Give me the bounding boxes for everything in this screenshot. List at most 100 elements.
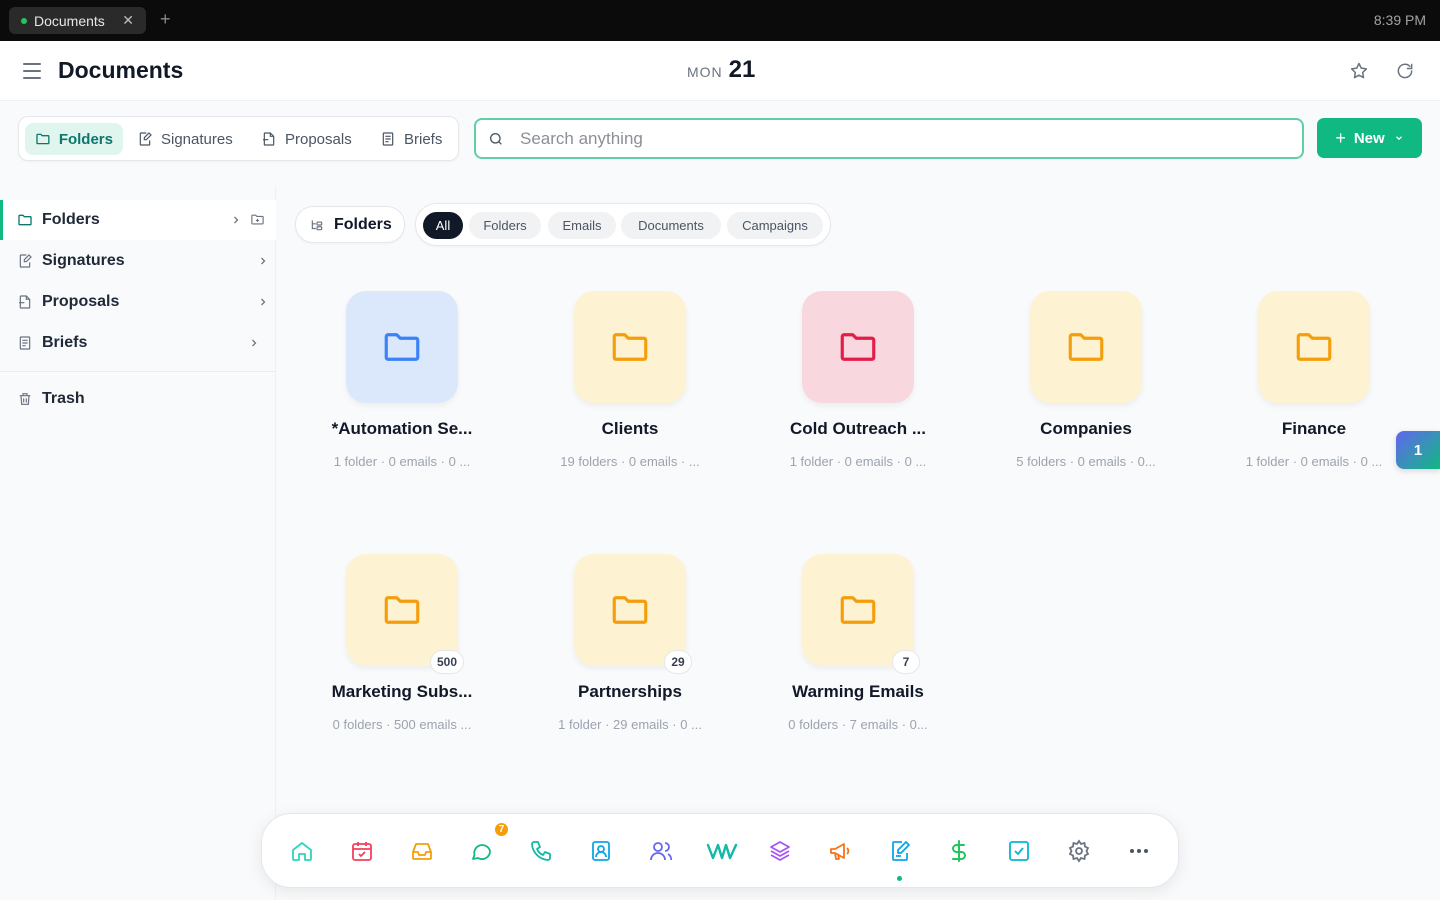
sidebar-item-proposals[interactable]: Proposals xyxy=(0,282,276,322)
more-icon[interactable] xyxy=(1127,839,1151,863)
folder-card[interactable]: Cold Outreach ... 1 folder · 0 emails · … xyxy=(746,291,926,491)
folder-name: Cold Outreach ... xyxy=(789,419,927,438)
folder-card[interactable]: 29 Partnerships 1 folder · 29 emails · 0… xyxy=(518,554,702,754)
folder-tile[interactable] xyxy=(574,291,686,403)
folder-meta: 1 folder · 0 emails · 0 ... xyxy=(789,454,927,469)
folder-card[interactable]: 7 Warming Emails 0 folders · 7 emails · … xyxy=(746,554,928,754)
proposal-icon xyxy=(19,295,31,309)
settings-icon[interactable] xyxy=(1067,839,1091,863)
waveform-icon[interactable] xyxy=(706,839,738,863)
folder-tile[interactable]: 29 xyxy=(574,554,692,674)
sidebar-item-label: Proposals xyxy=(42,293,120,310)
browser-tab-bar: Documents ✕ + 8:39 PM xyxy=(0,0,1440,41)
count-badge: 29 xyxy=(664,650,692,674)
phone-icon[interactable] xyxy=(529,839,553,863)
folder-card[interactable]: Finance 1 folder · 0 emails · 0 ... xyxy=(1202,291,1382,491)
folder-tile[interactable] xyxy=(346,291,458,403)
folder-name: Finance xyxy=(1281,419,1347,438)
folder-card[interactable]: *Automation Se... 1 folder · 0 emails · … xyxy=(290,291,472,491)
folder-name: Clients xyxy=(601,419,659,438)
tab-briefs[interactable]: Briefs xyxy=(370,123,452,155)
tab-documents[interactable]: Documents ✕ xyxy=(9,7,146,34)
refresh-icon[interactable] xyxy=(1395,61,1415,81)
filter-campaigns[interactable]: Campaigns xyxy=(727,212,823,239)
brief-icon xyxy=(382,132,394,146)
tab-label: Documents xyxy=(34,12,105,29)
day-number: 21 xyxy=(728,56,756,83)
folder-tile[interactable] xyxy=(1030,291,1142,403)
folder-meta: 19 folders · 0 emails · ... xyxy=(560,454,700,469)
folder-icon xyxy=(840,333,876,361)
signature-icon xyxy=(139,132,152,146)
status-dot xyxy=(21,17,27,24)
megaphone-icon[interactable] xyxy=(828,839,852,863)
sidebar-item-label: Trash xyxy=(42,390,85,407)
search-input[interactable] xyxy=(520,126,1280,152)
folder-icon xyxy=(1296,333,1332,361)
plus-icon: + xyxy=(1335,127,1346,148)
search-icon xyxy=(490,133,502,145)
chat-icon[interactable] xyxy=(469,839,493,863)
dollar-icon[interactable] xyxy=(947,839,971,863)
chat-unread-badge: 7 xyxy=(493,821,510,838)
home-icon[interactable] xyxy=(290,839,314,863)
filter-documents[interactable]: Documents xyxy=(621,212,721,239)
calendar-icon[interactable] xyxy=(350,839,374,863)
tab-proposals[interactable]: Proposals xyxy=(251,123,362,155)
star-icon[interactable] xyxy=(1349,61,1369,81)
chevron-right-icon[interactable] xyxy=(257,255,269,267)
filter-emails[interactable]: Emails xyxy=(548,212,616,239)
active-app-indicator xyxy=(897,876,902,881)
folder-icon xyxy=(384,333,420,361)
folder-card[interactable]: Companies 5 folders · 0 emails · 0... xyxy=(974,291,1156,491)
page-title: Documents xyxy=(58,57,184,83)
folder-meta: 5 folders · 0 emails · 0... xyxy=(1016,454,1156,469)
folder-tile[interactable] xyxy=(1258,291,1370,403)
sidebar-item-folders[interactable]: Folders xyxy=(0,200,276,240)
plus-icon[interactable]: + xyxy=(160,9,171,30)
tab-signatures[interactable]: Signatures xyxy=(127,123,243,155)
new-button-label: New xyxy=(1353,129,1385,147)
tab-label: Folders xyxy=(58,130,113,148)
count-badge: 7 xyxy=(892,650,920,674)
filter-all[interactable]: All xyxy=(423,212,463,239)
contacts-icon[interactable] xyxy=(589,839,613,863)
sidebar-divider xyxy=(0,371,276,372)
sidebar-item-trash[interactable]: Trash xyxy=(0,379,276,419)
new-button[interactable]: + New xyxy=(1317,118,1422,158)
inbox-icon[interactable] xyxy=(410,839,434,863)
folder-name: *Automation Se... xyxy=(331,419,473,438)
folder-tile[interactable]: 7 xyxy=(802,554,920,674)
sidebar-item-briefs[interactable]: Briefs xyxy=(0,323,276,363)
new-folder-icon[interactable] xyxy=(250,212,265,227)
sidebar-item-label: Signatures xyxy=(42,252,125,269)
folders-chip-label: Folders xyxy=(334,215,392,233)
layers-icon[interactable] xyxy=(768,839,792,863)
chevron-right-icon[interactable] xyxy=(230,214,242,226)
signature-icon xyxy=(19,254,32,268)
filter-folders[interactable]: Folders xyxy=(469,212,541,239)
menu-icon[interactable] xyxy=(23,63,41,79)
close-icon[interactable]: ✕ xyxy=(122,12,134,29)
tab-folders[interactable]: Folders xyxy=(25,123,123,155)
folders-section-chip[interactable]: Folders xyxy=(295,206,405,243)
chevron-right-icon[interactable] xyxy=(257,296,269,308)
folder-card[interactable]: Clients 19 folders · 0 emails · ... xyxy=(518,291,700,491)
folder-icon xyxy=(840,596,876,624)
proposal-icon xyxy=(263,132,275,146)
task-check-icon[interactable] xyxy=(1007,839,1031,863)
chevron-right-icon[interactable] xyxy=(248,337,260,349)
tab-label: Signatures xyxy=(161,130,233,148)
sidebar-item-signatures[interactable]: Signatures xyxy=(0,241,276,281)
folder-tile[interactable] xyxy=(802,291,914,403)
folder-tile[interactable]: 500 xyxy=(346,554,464,674)
document-type-tabs: Folders Signatures Proposals Briefs xyxy=(18,116,459,161)
document-edit-icon[interactable] xyxy=(888,839,912,863)
sidebar-item-label: Folders xyxy=(42,211,100,228)
folder-icon xyxy=(36,133,50,145)
chevron-down-icon xyxy=(1395,136,1402,141)
team-icon[interactable] xyxy=(649,839,673,863)
sidebar-item-label: Briefs xyxy=(42,334,88,351)
floating-counter-chip[interactable]: 1 xyxy=(1396,431,1440,469)
folder-card[interactable]: 500 Marketing Subs... 0 folders · 500 em… xyxy=(290,554,472,754)
